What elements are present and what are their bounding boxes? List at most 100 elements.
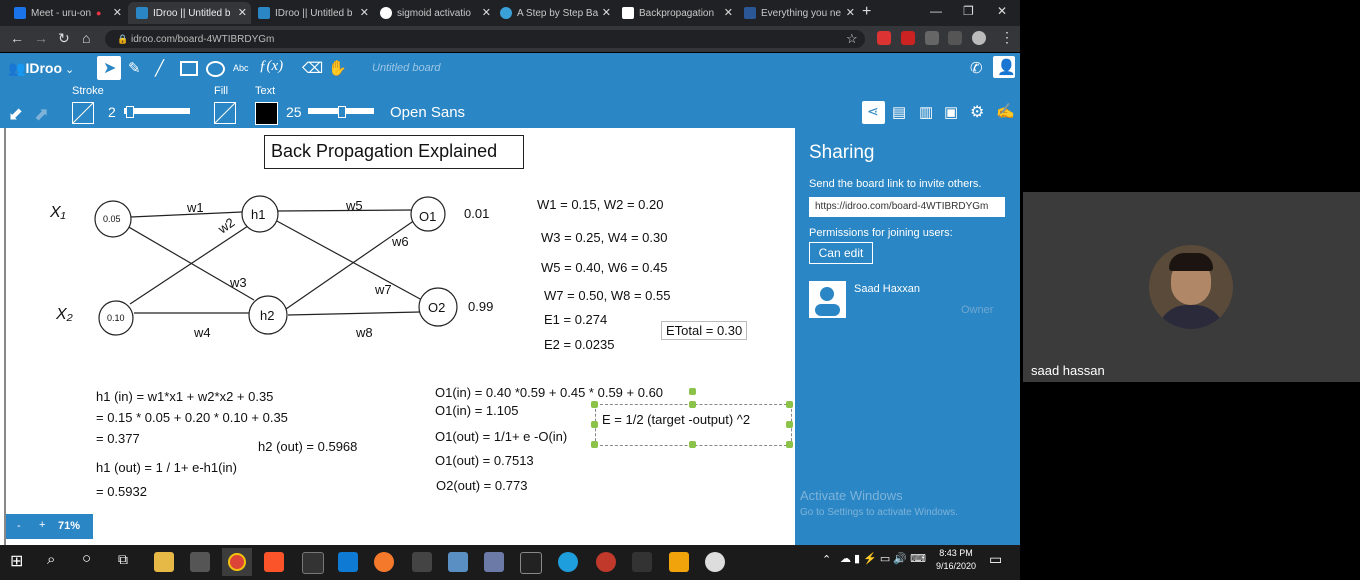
- edge-icon[interactable]: [558, 552, 578, 572]
- home-icon[interactable]: ⌂: [82, 30, 90, 46]
- rotate-handle[interactable]: [689, 388, 696, 395]
- text-tool-icon[interactable]: Abc: [233, 63, 249, 73]
- close-tab-icon[interactable]: ✕: [482, 6, 491, 19]
- resize-handle[interactable]: [786, 441, 793, 448]
- brave-icon[interactable]: [264, 552, 284, 572]
- resize-handle[interactable]: [689, 401, 696, 408]
- close-tab-icon[interactable]: ✕: [846, 6, 855, 19]
- app-icon[interactable]: [484, 552, 504, 572]
- app-icon[interactable]: [596, 552, 616, 572]
- redo-icon[interactable]: ⬈: [34, 104, 49, 125]
- share-button[interactable]: ⋖: [862, 101, 885, 124]
- settings-gear-icon[interactable]: ⚙: [970, 102, 984, 122]
- cortana-icon[interactable]: ○: [82, 550, 91, 567]
- chat-icon[interactable]: ▤: [892, 103, 906, 121]
- extension-icon[interactable]: [877, 31, 891, 45]
- user-edit-icon[interactable]: ✍: [996, 102, 1015, 120]
- blender-icon[interactable]: [374, 552, 394, 572]
- store-icon[interactable]: [190, 552, 210, 572]
- browser-tab[interactable]: A Step by Step Ba ✕: [494, 2, 615, 24]
- error-formula-textbox[interactable]: E = 1/2 (target -output) ^2: [595, 404, 792, 446]
- app-icon[interactable]: [448, 552, 468, 572]
- media-icon[interactable]: [948, 31, 962, 45]
- browser-tab[interactable]: Backpropagation ✕: [616, 2, 737, 24]
- phone-icon[interactable]: ✆: [970, 59, 983, 77]
- select-tool-button[interactable]: ➤: [97, 56, 121, 80]
- etotal-textbox[interactable]: ETotal = 0.30: [661, 321, 748, 340]
- terminal-icon[interactable]: [302, 552, 324, 574]
- pen-tool-icon[interactable]: ✎: [128, 59, 141, 77]
- rectangle-tool-icon[interactable]: [180, 61, 198, 76]
- app-icon[interactable]: [520, 552, 542, 574]
- windows-start-icon[interactable]: ⊞: [10, 551, 23, 571]
- browser-tab[interactable]: Meet - uru-on ● ✕: [8, 2, 126, 24]
- slider-handle[interactable]: [126, 106, 134, 118]
- font-family-select[interactable]: Open Sans: [390, 104, 465, 121]
- browser-tab-active[interactable]: IDroo || Untitled b ✕: [128, 2, 251, 24]
- restore-icon[interactable]: ❐: [963, 4, 974, 18]
- fill-color-swatch[interactable]: [214, 102, 236, 124]
- profile-avatar[interactable]: [972, 31, 986, 45]
- formula-tool-icon[interactable]: ƒ(x): [259, 58, 283, 75]
- extension-icon[interactable]: [901, 31, 915, 45]
- app-icon[interactable]: [632, 552, 652, 572]
- permission-select[interactable]: Can edit: [809, 242, 873, 264]
- browser-tab[interactable]: Everything you ne ✕: [738, 2, 859, 24]
- unreal-icon[interactable]: [705, 552, 725, 572]
- resize-handle[interactable]: [591, 441, 598, 448]
- taskbar-clock[interactable]: 8:43 PM 9/16/2020: [934, 548, 978, 571]
- notification-icon[interactable]: ▭: [989, 551, 1002, 568]
- stroke-color-swatch[interactable]: [72, 102, 94, 124]
- board-title[interactable]: Untitled board: [372, 62, 441, 74]
- app-icon[interactable]: [412, 552, 432, 572]
- app-logo[interactable]: 👥IDroo ⌄: [8, 60, 74, 77]
- browser-tab[interactable]: IDroo || Untitled b ✕: [250, 2, 373, 24]
- close-window-icon[interactable]: ✕: [997, 4, 1007, 18]
- ellipse-tool-icon[interactable]: [206, 61, 225, 77]
- text-color-swatch[interactable]: [255, 102, 278, 125]
- resize-handle[interactable]: [591, 401, 598, 408]
- user-button[interactable]: 👤: [993, 56, 1016, 78]
- close-tab-icon[interactable]: ✕: [113, 6, 122, 19]
- chrome-taskbar-button[interactable]: [222, 548, 252, 576]
- eraser-tool-icon[interactable]: ⌫: [302, 59, 323, 77]
- close-tab-icon[interactable]: ✕: [602, 6, 611, 19]
- idroo-icon: [136, 7, 148, 19]
- stroke-width-slider[interactable]: [124, 106, 190, 118]
- resize-handle[interactable]: [689, 441, 696, 448]
- bookmark-star-icon[interactable]: ☆: [846, 31, 858, 47]
- forward-icon[interactable]: →: [34, 30, 48, 46]
- task-view-icon[interactable]: ⧉: [118, 551, 128, 568]
- resize-handle[interactable]: [786, 401, 793, 408]
- resize-handle[interactable]: [591, 421, 598, 428]
- zoom-out-button[interactable]: -: [17, 520, 21, 532]
- close-tab-icon[interactable]: ✕: [724, 6, 733, 19]
- url-input[interactable]: 🔒 idroo.com/board-4WTIBRDYGm: [105, 30, 865, 48]
- document-icon[interactable]: ▥: [919, 103, 933, 121]
- chrome-menu-icon[interactable]: ⋮: [1000, 29, 1014, 46]
- resize-handle[interactable]: [786, 421, 793, 428]
- tray-icons[interactable]: ☁ ▮ ⚡ ▭ 🔊 ⌨: [840, 552, 926, 565]
- undo-icon[interactable]: ⬋: [8, 104, 23, 125]
- close-tab-icon[interactable]: ✕: [238, 6, 247, 19]
- file-explorer-icon[interactable]: [154, 552, 174, 572]
- image-icon[interactable]: ▣: [944, 103, 958, 121]
- close-tab-icon[interactable]: ✕: [360, 6, 369, 19]
- text-size-slider[interactable]: [308, 106, 374, 118]
- search-icon[interactable]: ⌕: [47, 551, 55, 568]
- line-tool-icon[interactable]: ╱: [155, 59, 164, 77]
- browser-tab[interactable]: sigmoid activatio ✕: [372, 2, 495, 24]
- vscode-icon[interactable]: [338, 552, 358, 572]
- back-icon[interactable]: ←: [10, 30, 24, 46]
- new-tab-button[interactable]: +: [862, 3, 871, 21]
- minimize-icon[interactable]: —: [930, 4, 942, 18]
- extensions-puzzle-icon[interactable]: [925, 31, 939, 45]
- tray-chevron-icon[interactable]: ⌃: [822, 553, 831, 566]
- whiteboard-canvas[interactable]: Back Propagation Explained X₁ X₂ 0.05 0.…: [0, 128, 795, 545]
- slider-handle[interactable]: [338, 106, 346, 118]
- zoom-in-button[interactable]: +: [39, 519, 45, 531]
- hand-tool-icon[interactable]: ✋: [328, 59, 347, 77]
- sublime-icon[interactable]: [669, 552, 689, 572]
- reload-icon[interactable]: ↻: [58, 30, 70, 47]
- board-link-field[interactable]: https://idroo.com/board-4WTIBRDYGm: [809, 197, 1005, 217]
